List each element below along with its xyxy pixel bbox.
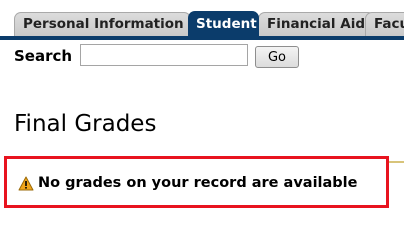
warning-icon [18,176,34,191]
tab-financial-aid[interactable]: Financial Aid [258,12,375,36]
go-button[interactable]: Go [255,46,299,68]
info-message-text: No grades on your record are available [38,175,358,191]
tab-label: Student [196,16,257,32]
page-title: Final Grades [14,111,157,137]
tab-bar: Personal Information Financial Aid Facul… [0,0,404,40]
info-message-box: No grades on your record are available [4,156,389,208]
tab-faculty[interactable]: Faculty [365,12,404,36]
tab-bar-underline [0,36,404,40]
tab-label: Financial Aid [267,16,365,32]
search-input[interactable] [80,44,248,66]
tab-personal-information[interactable]: Personal Information [14,12,191,36]
divider [388,161,404,163]
page: Personal Information Financial Aid Facul… [0,0,404,217]
tab-label: Personal Information [23,16,184,32]
tab-student[interactable]: Student [188,11,259,37]
search-label: Search [14,47,73,65]
tab-label: Faculty [374,16,404,32]
